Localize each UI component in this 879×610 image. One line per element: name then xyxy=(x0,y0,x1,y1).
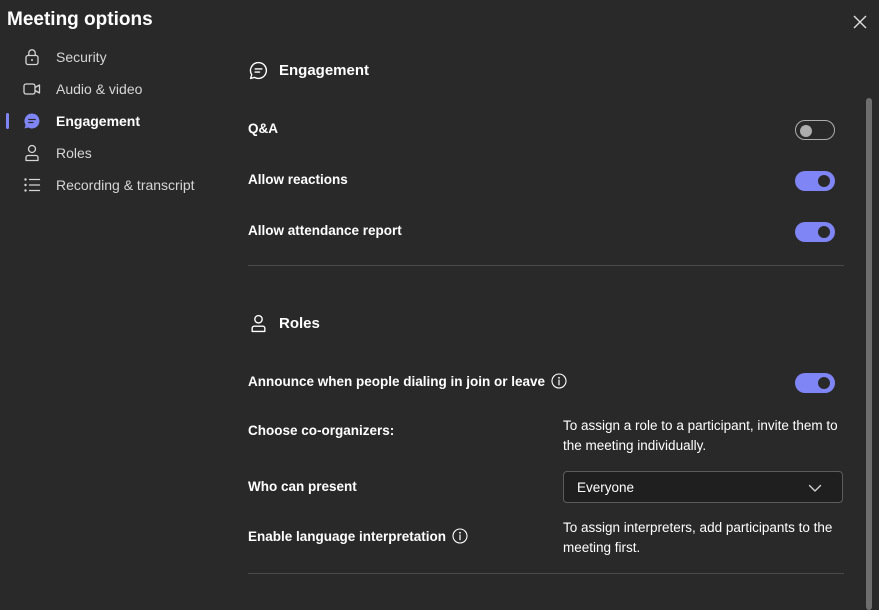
sidebar-item-engagement[interactable]: Engagement xyxy=(0,105,220,137)
sidebar-item-label: Engagement xyxy=(56,113,141,129)
coorganizers-note: To assign a role to a participant, invit… xyxy=(563,418,838,453)
coorganizers-label: Choose co-organizers: xyxy=(248,423,395,438)
qa-label: Q&A xyxy=(248,121,278,136)
language-interpretation-row: Enable language interpretation xyxy=(248,528,468,544)
attendance-report-label: Allow attendance report xyxy=(248,223,402,238)
video-camera-icon xyxy=(23,80,41,98)
window-title: Meeting options xyxy=(7,9,153,30)
close-button[interactable] xyxy=(849,11,871,33)
info-icon[interactable] xyxy=(452,528,468,544)
list-icon xyxy=(23,176,41,194)
toggle-knob xyxy=(818,377,830,389)
interpretation-note: To assign interpreters, add participants… xyxy=(563,520,833,555)
sidebar-item-security[interactable]: Security xyxy=(0,41,220,73)
engagement-heading: Engagement xyxy=(248,60,369,80)
sidebar-item-roles[interactable]: Roles xyxy=(0,137,220,169)
roles-heading: Roles xyxy=(248,313,320,333)
dropdown-value: Everyone xyxy=(577,479,635,495)
section-title: Roles xyxy=(279,314,320,332)
info-icon[interactable] xyxy=(551,373,567,389)
who-can-present-dropdown[interactable]: Everyone xyxy=(563,471,843,503)
sidebar-item-audio-video[interactable]: Audio & video xyxy=(0,73,220,105)
sidebar-item-label: Security xyxy=(56,49,107,65)
section-divider xyxy=(248,573,844,574)
person-icon xyxy=(23,144,41,162)
sidebar-nav: Security Audio & video Engagement Roles … xyxy=(0,41,220,201)
chat-bubble-icon xyxy=(248,60,268,80)
sidebar-item-recording[interactable]: Recording & transcript xyxy=(0,169,220,201)
allow-reactions-toggle[interactable] xyxy=(795,171,835,191)
who-can-present-label: Who can present xyxy=(248,479,357,494)
sidebar-item-label: Audio & video xyxy=(56,81,143,97)
chat-bubble-icon xyxy=(23,112,41,130)
scrollbar-thumb[interactable] xyxy=(866,98,872,610)
section-divider xyxy=(248,265,844,266)
close-icon xyxy=(853,15,867,29)
announce-dial-in-label: Announce when people dialing in join or … xyxy=(248,373,546,389)
announce-dial-in-toggle[interactable] xyxy=(795,373,835,393)
section-title: Engagement xyxy=(279,61,370,79)
person-icon xyxy=(248,313,268,333)
language-interpretation-label: Enable language interpretation xyxy=(248,528,447,544)
allow-reactions-label: Allow reactions xyxy=(248,172,348,187)
toggle-knob xyxy=(800,125,812,137)
announce-dial-in-row: Announce when people dialing in join or … xyxy=(248,373,567,389)
sidebar-item-label: Roles xyxy=(56,145,92,161)
qa-toggle[interactable] xyxy=(795,120,835,140)
chevron-down-icon xyxy=(808,484,822,492)
lock-icon xyxy=(23,48,41,66)
attendance-report-toggle[interactable] xyxy=(795,222,835,242)
toggle-knob xyxy=(818,175,830,187)
toggle-knob xyxy=(818,226,830,238)
sidebar-item-label: Recording & transcript xyxy=(56,177,195,193)
options-panel: Engagement Q&A Allow reactions Allow att… xyxy=(248,0,844,610)
